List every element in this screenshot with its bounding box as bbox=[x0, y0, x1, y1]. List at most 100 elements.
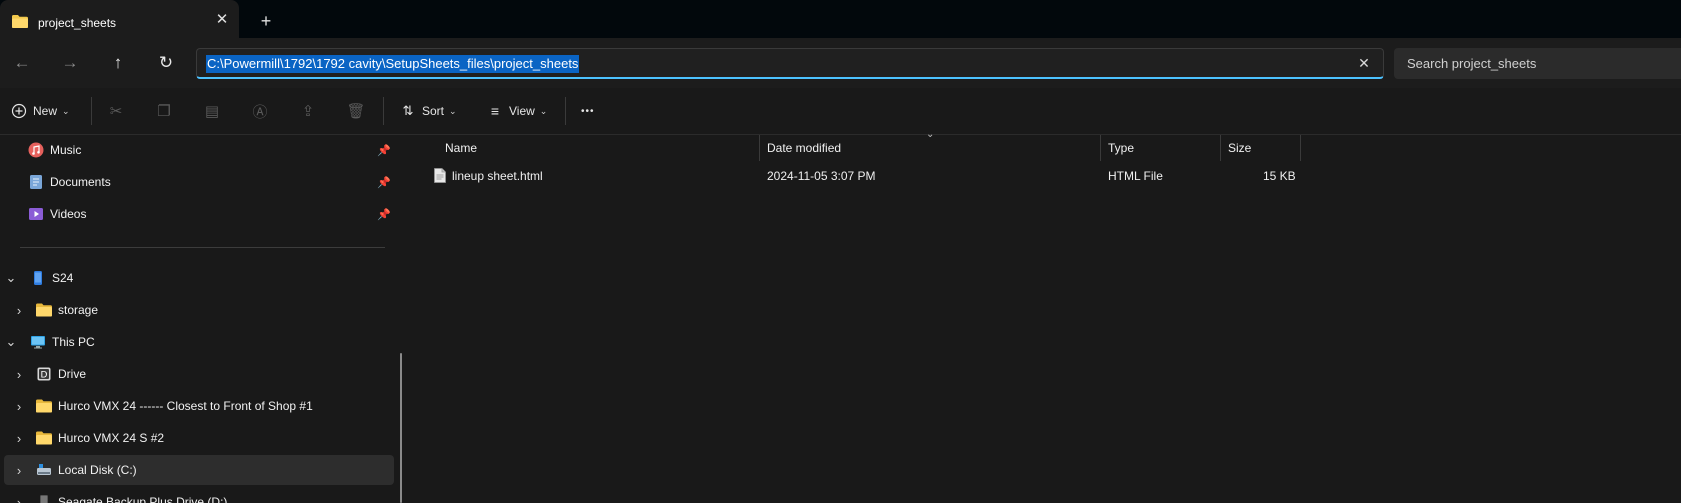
sidebar-item-storage[interactable]: › storage bbox=[12, 295, 402, 325]
file-size: 15 KB bbox=[1263, 169, 1296, 183]
column-header-size[interactable]: Size bbox=[1228, 135, 1251, 161]
address-bar[interactable]: C:\Powermill\1792\1792 cavity\SetupSheet… bbox=[196, 48, 1384, 79]
copy-button[interactable]: ❐ bbox=[154, 100, 174, 122]
chevron-down-icon[interactable]: ⌄ bbox=[4, 334, 18, 350]
svg-text:D: D bbox=[41, 371, 48, 381]
file-list: ⌄ Name Date modified Type Size lineup sh… bbox=[412, 129, 1681, 503]
music-icon bbox=[28, 142, 44, 158]
sort-label: Sort bbox=[422, 104, 445, 118]
sidebar-item-label: Videos bbox=[50, 207, 87, 221]
toolbar-divider bbox=[565, 97, 566, 125]
address-row: ← → ↑ ↻ C:\Powermill\1792\1792 cavity\Se… bbox=[0, 38, 1681, 88]
more-options-button[interactable]: ••• bbox=[581, 100, 595, 122]
chevron-down-icon: ⌄ bbox=[449, 105, 457, 116]
share-button[interactable]: ⇪ bbox=[298, 100, 318, 122]
sidebar-item-local-disk-c[interactable]: › Local Disk (C:) bbox=[4, 455, 394, 485]
file-name[interactable]: lineup sheet.html bbox=[452, 169, 543, 183]
sidebar-item-this-pc[interactable]: ⌄ This PC bbox=[4, 327, 394, 357]
sidebar-item-label: This PC bbox=[52, 335, 95, 349]
sidebar-item-label: Drive bbox=[58, 367, 87, 381]
address-path[interactable]: C:\Powermill\1792\1792 cavity\SetupSheet… bbox=[206, 55, 580, 73]
new-button[interactable]: New ⌄ bbox=[11, 100, 70, 122]
toolbar-divider bbox=[383, 97, 384, 125]
column-separator[interactable] bbox=[1220, 135, 1221, 161]
delete-button[interactable]: 🗑 bbox=[346, 100, 366, 122]
tab-project-sheets[interactable]: project_sheets ✕ bbox=[0, 0, 239, 38]
sort-button[interactable]: ⇅ Sort ⌄ bbox=[398, 100, 457, 122]
view-button[interactable]: ≡ View ⌄ bbox=[485, 100, 547, 122]
close-icon[interactable]: ✕ bbox=[213, 11, 231, 29]
up-arrow-icon[interactable]: ↑ bbox=[107, 52, 129, 74]
pin-icon[interactable]: 📌 bbox=[377, 144, 391, 157]
refresh-icon[interactable]: ↻ bbox=[155, 52, 177, 74]
folder-icon bbox=[36, 431, 52, 445]
view-label: View bbox=[509, 104, 535, 118]
trash-icon: 🗑 bbox=[346, 103, 366, 120]
folder-icon bbox=[36, 303, 52, 317]
sidebar-item-drive[interactable]: › D Drive bbox=[12, 359, 402, 389]
file-type: HTML File bbox=[1108, 169, 1163, 183]
sidebar-item-music[interactable]: Music bbox=[28, 135, 398, 165]
column-separator[interactable] bbox=[759, 135, 760, 161]
column-header-name[interactable]: Name bbox=[445, 135, 477, 161]
chevron-right-icon[interactable]: › bbox=[12, 367, 26, 382]
local-disk-icon bbox=[37, 464, 51, 475]
chevron-right-icon[interactable]: › bbox=[12, 495, 26, 503]
sidebar-item-hurco-1[interactable]: › Hurco VMX 24 ------ Closest to Front o… bbox=[12, 391, 402, 421]
chevron-down-icon: ⌄ bbox=[62, 105, 70, 116]
table-row[interactable]: lineup sheet.html 2024-11-05 3:07 PM HTM… bbox=[412, 161, 1312, 191]
chevron-right-icon[interactable]: › bbox=[12, 431, 26, 446]
rename-button[interactable]: Ⓐ bbox=[250, 100, 270, 122]
toolbar-divider bbox=[91, 97, 92, 125]
drive-icon: D bbox=[37, 367, 51, 381]
search-input[interactable]: Search project_sheets bbox=[1394, 48, 1681, 79]
paste-button[interactable]: ▤ bbox=[202, 100, 222, 122]
folder-icon bbox=[36, 399, 52, 413]
chevron-down-icon: ⌄ bbox=[539, 105, 548, 116]
column-separator[interactable] bbox=[1100, 135, 1101, 161]
chevron-right-icon[interactable]: › bbox=[12, 463, 26, 478]
clear-icon[interactable]: ✕ bbox=[1355, 54, 1373, 72]
cut-button[interactable]: ✂ bbox=[106, 100, 126, 122]
sidebar-item-s24[interactable]: ⌄ S24 bbox=[4, 263, 394, 293]
pin-icon[interactable]: 📌 bbox=[377, 208, 391, 221]
sidebar-item-label: S24 bbox=[52, 271, 74, 285]
sidebar-item-hurco-2[interactable]: › Hurco VMX 24 S #2 bbox=[12, 423, 402, 453]
sidebar-item-label: Local Disk (C:) bbox=[58, 463, 137, 477]
tab-title: project_sheets bbox=[38, 16, 117, 30]
sidebar-divider bbox=[20, 247, 385, 248]
documents-icon bbox=[30, 175, 42, 189]
command-bar: New ⌄ ✂ ❐ ▤ Ⓐ ⇪ 🗑 ⇅ Sort ⌄ ≡ View ⌄ ••• bbox=[0, 88, 1681, 135]
column-header-date-modified[interactable]: Date modified bbox=[767, 135, 841, 161]
column-separator[interactable] bbox=[1300, 135, 1301, 161]
sidebar-item-seagate-d[interactable]: › Seagate Backup Plus Drive (D:) bbox=[12, 487, 402, 503]
sidebar-scrollbar[interactable] bbox=[400, 353, 402, 503]
sidebar-item-label: Music bbox=[50, 143, 82, 157]
more-dots-icon: ••• bbox=[581, 105, 595, 117]
new-label: New bbox=[33, 104, 58, 118]
new-tab-button[interactable]: + bbox=[257, 12, 275, 30]
sidebar-item-label: Hurco VMX 24 ------ Closest to Front of … bbox=[58, 399, 313, 413]
column-header-type[interactable]: Type bbox=[1108, 135, 1134, 161]
clipboard-icon: ▤ bbox=[204, 103, 220, 120]
copy-icon: ❐ bbox=[157, 103, 171, 120]
forward-arrow-icon[interactable]: → bbox=[59, 52, 81, 74]
chevron-down-icon[interactable]: ⌄ bbox=[4, 270, 18, 286]
file-date-modified: 2024-11-05 3:07 PM bbox=[767, 169, 876, 183]
back-arrow-icon[interactable]: ← bbox=[11, 52, 33, 74]
search-placeholder: Search project_sheets bbox=[1407, 56, 1537, 71]
folder-icon bbox=[12, 15, 28, 28]
pin-icon[interactable]: 📌 bbox=[377, 176, 391, 189]
chevron-right-icon[interactable]: › bbox=[12, 399, 26, 414]
sort-icon: ⇅ bbox=[402, 103, 414, 118]
sidebar-item-label: storage bbox=[58, 303, 99, 317]
share-icon: ⇪ bbox=[301, 103, 315, 120]
pc-icon bbox=[31, 336, 45, 349]
videos-icon bbox=[29, 208, 43, 220]
sidebar-item-videos[interactable]: Videos bbox=[28, 199, 398, 229]
view-lines-icon: ≡ bbox=[490, 103, 500, 119]
external-drive-icon bbox=[40, 495, 48, 503]
rename-icon: Ⓐ bbox=[252, 103, 268, 121]
sidebar-item-documents[interactable]: Documents bbox=[28, 167, 398, 197]
chevron-right-icon[interactable]: › bbox=[12, 303, 26, 318]
